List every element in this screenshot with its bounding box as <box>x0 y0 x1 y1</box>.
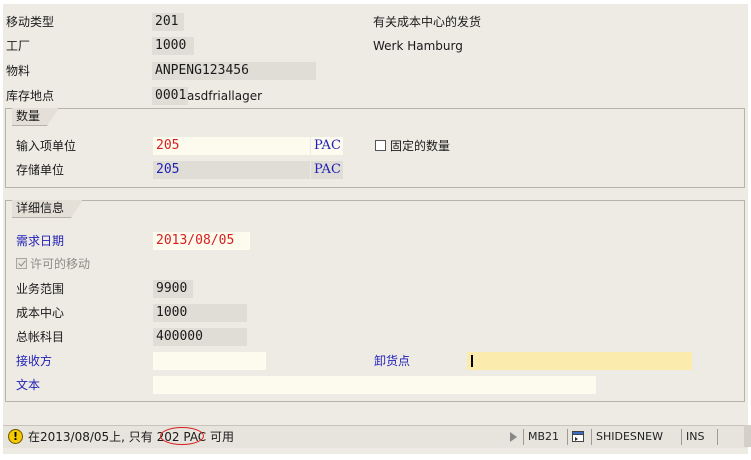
status-bar: ! 在2013/08/05上, 只有 202 PAC 可用 MB21 SHIDE… <box>3 425 748 448</box>
mb21-screen: 移动类型 201 有关成本中心的发货 工厂 1000 Werk Hamburg … <box>3 4 748 454</box>
movement-type-label: 移动类型 <box>6 15 55 29</box>
warning-icon: ! <box>8 429 23 444</box>
fixed-quantity-checkbox[interactable] <box>375 140 386 151</box>
gl-account-field[interactable]: 400000 <box>153 328 247 346</box>
text-input[interactable] <box>153 376 596 394</box>
plant-label: 工厂 <box>6 39 31 53</box>
stock-unit-quantity-field[interactable]: 205 <box>153 161 310 179</box>
system-name: SHIDESNEW <box>591 429 681 445</box>
movement-type-field[interactable]: 201 <box>152 13 184 31</box>
gl-account-label: 总帐科目 <box>16 330 65 344</box>
storage-location-name: asdfriallager <box>187 89 263 103</box>
recipient-input[interactable] <box>153 352 266 370</box>
storage-location-label: 库存地点 <box>6 89 55 103</box>
status-message-prefix: 在2013/08/05上, 只有 <box>28 430 153 444</box>
requirement-date-input[interactable]: 2013/08/05 <box>153 232 250 250</box>
business-area-field[interactable]: 9900 <box>153 280 193 298</box>
fixed-quantity-label: 固定的数量 <box>390 139 451 153</box>
allowed-movement-checkbox[interactable] <box>16 258 27 269</box>
plant-description: Werk Hamburg <box>373 39 463 53</box>
session-overview-icon[interactable] <box>567 429 591 445</box>
quantity-group-title: 数量 <box>12 108 59 126</box>
storage-location-code-field[interactable]: 0001 <box>152 87 188 105</box>
cost-center-label: 成本中心 <box>16 306 65 320</box>
plant-field[interactable]: 1000 <box>152 37 194 55</box>
material-field[interactable]: ANPENG123456 <box>152 62 316 80</box>
recipient-label: 接收方 <box>16 354 53 368</box>
business-area-label: 业务范围 <box>16 282 65 296</box>
stock-unit-label: 存储单位 <box>16 163 65 177</box>
stock-unit-uom-field[interactable]: PAC <box>311 161 343 179</box>
transaction-code: MB21 <box>523 429 567 445</box>
status-bar-spacer <box>717 429 747 445</box>
entry-unit-label: 输入项单位 <box>16 139 77 153</box>
input-mode[interactable]: INS <box>681 429 717 445</box>
movement-type-description: 有关成本中心的发货 <box>373 15 482 29</box>
details-group: 详细信息 需求日期 2013/08/05 许可的移动 业务范围 9900 成本中… <box>5 200 745 402</box>
unloading-point-label: 卸货点 <box>374 354 411 368</box>
scroll-corner <box>744 425 751 447</box>
unloading-point-input[interactable] <box>467 352 692 370</box>
highlight-circle-annotation <box>160 427 204 445</box>
entry-unit-uom-field[interactable]: PAC <box>311 137 343 155</box>
status-expand-icon[interactable] <box>510 432 517 442</box>
requirement-date-label: 需求日期 <box>16 234 65 248</box>
cost-center-field[interactable]: 1000 <box>153 304 247 322</box>
quantity-group: 数量 输入项单位 205 PAC 固定的数量 存储单位 205 PAC <box>5 108 745 188</box>
allowed-movement-label: 许可的移动 <box>30 257 91 271</box>
text-cursor <box>471 355 473 367</box>
entry-unit-quantity-input[interactable]: 205 <box>153 137 310 155</box>
details-group-title: 详细信息 <box>12 200 83 218</box>
material-label: 物料 <box>6 64 31 78</box>
text-label: 文本 <box>16 378 41 392</box>
